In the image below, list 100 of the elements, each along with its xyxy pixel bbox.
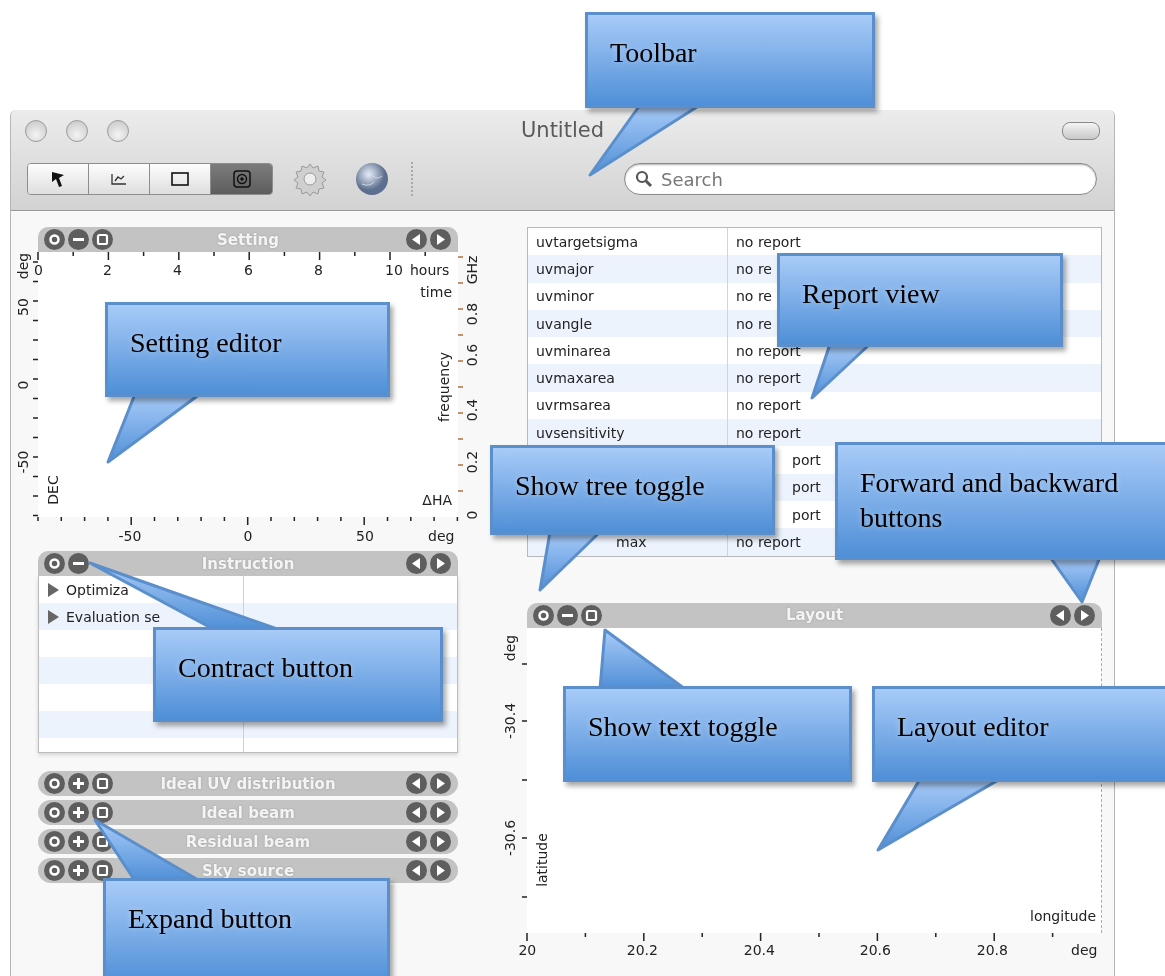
forward-arrow-icon[interactable] [430, 229, 451, 250]
axis-label: DEC [46, 475, 60, 505]
search-icon [635, 170, 653, 188]
minus-icon[interactable] [68, 553, 89, 574]
back-arrow-icon[interactable] [1050, 604, 1071, 626]
axis-label: latitude [535, 832, 549, 887]
back-arrow-icon[interactable] [406, 860, 427, 881]
axis-tick-label: -30.6 [503, 819, 517, 856]
table-cell: no re [736, 260, 772, 277]
plus-icon[interactable] [68, 831, 89, 852]
table-cell: no re [736, 315, 772, 332]
disclosure-right-icon[interactable] [47, 609, 60, 624]
forward-arrow-icon[interactable] [430, 773, 451, 794]
axis-tick-label: 0.6 [465, 343, 479, 367]
axis-tick-label: 0 [16, 380, 30, 390]
square-icon[interactable] [581, 604, 602, 626]
forward-arrow-icon[interactable] [430, 860, 451, 881]
search-field[interactable]: Search [624, 163, 1097, 195]
table-cell: no report [736, 533, 801, 550]
axis-label: ΔHA [422, 493, 452, 507]
disclosure-right-icon[interactable] [47, 582, 60, 597]
pointer-icon [50, 170, 66, 188]
axis-tick-label: -50 [118, 529, 142, 543]
table-cell: no re [736, 288, 772, 305]
back-arrow-icon[interactable] [406, 229, 427, 250]
table-cell: uvminarea [536, 342, 611, 359]
back-arrow-icon[interactable] [406, 553, 427, 574]
globe-icon[interactable] [355, 162, 389, 196]
search-input[interactable]: Search [659, 167, 1063, 191]
table-cell: port [792, 479, 821, 496]
axis-unit: GHz [465, 255, 479, 285]
axis-unit: deg [503, 634, 517, 661]
view-segment-button[interactable] [89, 164, 150, 194]
forward-arrow-icon[interactable] [1074, 604, 1095, 626]
square-icon[interactable] [92, 229, 113, 250]
close-icon[interactable] [44, 773, 65, 794]
close-icon[interactable] [533, 604, 554, 626]
table-cell: no report [736, 233, 801, 250]
back-arrow-icon[interactable] [406, 831, 427, 852]
close-icon[interactable] [44, 553, 65, 574]
chart-icon [111, 173, 127, 185]
axis-tick-label: 0.8 [465, 302, 479, 326]
axis-tick-label: 20.8 [976, 942, 1008, 957]
square-icon[interactable] [92, 773, 113, 794]
table-cell: uvrmsarea [536, 397, 611, 414]
close-icon[interactable] [44, 229, 65, 250]
tree-item-label[interactable]: Optimiza [66, 581, 129, 598]
axis-tick-label: 0 [34, 263, 43, 277]
axis-unit: deg [16, 252, 30, 280]
back-arrow-icon[interactable] [406, 802, 427, 823]
axis-tick-label: 20 [518, 942, 537, 957]
axis-tick-label: 50 [16, 298, 30, 316]
forward-arrow-icon[interactable] [430, 802, 451, 823]
axis-tick-label: -30.4 [503, 702, 517, 739]
table-cell: uvmajor [536, 260, 594, 277]
table-cell: uvminor [536, 288, 594, 305]
close-icon[interactable] [44, 860, 65, 881]
axis-label: time [420, 285, 452, 299]
axis-tick-label: 50 [356, 529, 374, 543]
axis-tick-label: 0 [465, 510, 479, 520]
close-icon[interactable] [44, 802, 65, 823]
view-segment-button[interactable] [28, 164, 89, 194]
table-cell: port [792, 506, 821, 523]
axis-tick-label: 20.2 [626, 942, 658, 957]
back-arrow-icon[interactable] [406, 773, 427, 794]
toolbar-toggle-button[interactable] [1062, 122, 1100, 140]
table-cell: uvangle [536, 315, 592, 332]
callout: Forward and backward buttons [835, 442, 1165, 560]
plus-icon[interactable] [68, 860, 89, 881]
axis-unit: deg [428, 529, 455, 543]
axis-tick-label: -50 [16, 450, 30, 474]
minus-icon[interactable] [557, 604, 578, 626]
plus-icon[interactable] [68, 802, 89, 823]
axis-unit: deg [1071, 942, 1098, 957]
table-cell: no report [736, 424, 801, 441]
table-cell: no report [736, 370, 801, 387]
close-icon[interactable] [44, 831, 65, 852]
minus-icon[interactable] [68, 229, 89, 250]
axis-tick-label: 0 [243, 529, 253, 543]
axis-tick-label: 2 [103, 263, 112, 277]
forward-arrow-icon[interactable] [430, 553, 451, 574]
axis-tick-label: 0.2 [465, 450, 479, 474]
axis-tick-label: 8 [314, 263, 323, 277]
forward-arrow-icon[interactable] [430, 831, 451, 852]
axis-unit: hours [410, 263, 450, 277]
table-cell: max [616, 533, 647, 550]
axis-tick-label: 20.4 [743, 942, 775, 957]
square-icon[interactable] [92, 860, 113, 881]
rectangle-icon [171, 172, 189, 186]
window-title: Untitled [520, 118, 605, 142]
axis-tick-label: 6 [244, 263, 253, 277]
table-cell: uvmaxarea [536, 370, 615, 387]
table-cell: uvsensitivity [536, 424, 625, 441]
target-icon [232, 170, 251, 188]
view-segment-button[interactable] [150, 164, 211, 194]
plus-icon[interactable] [68, 773, 89, 794]
tree-item-label[interactable]: Evaluation se [66, 608, 161, 625]
axis-tick-label: 10 [385, 263, 403, 277]
table-cell: uvtargetsigma [536, 233, 638, 250]
axis-label: frequency [437, 351, 451, 423]
